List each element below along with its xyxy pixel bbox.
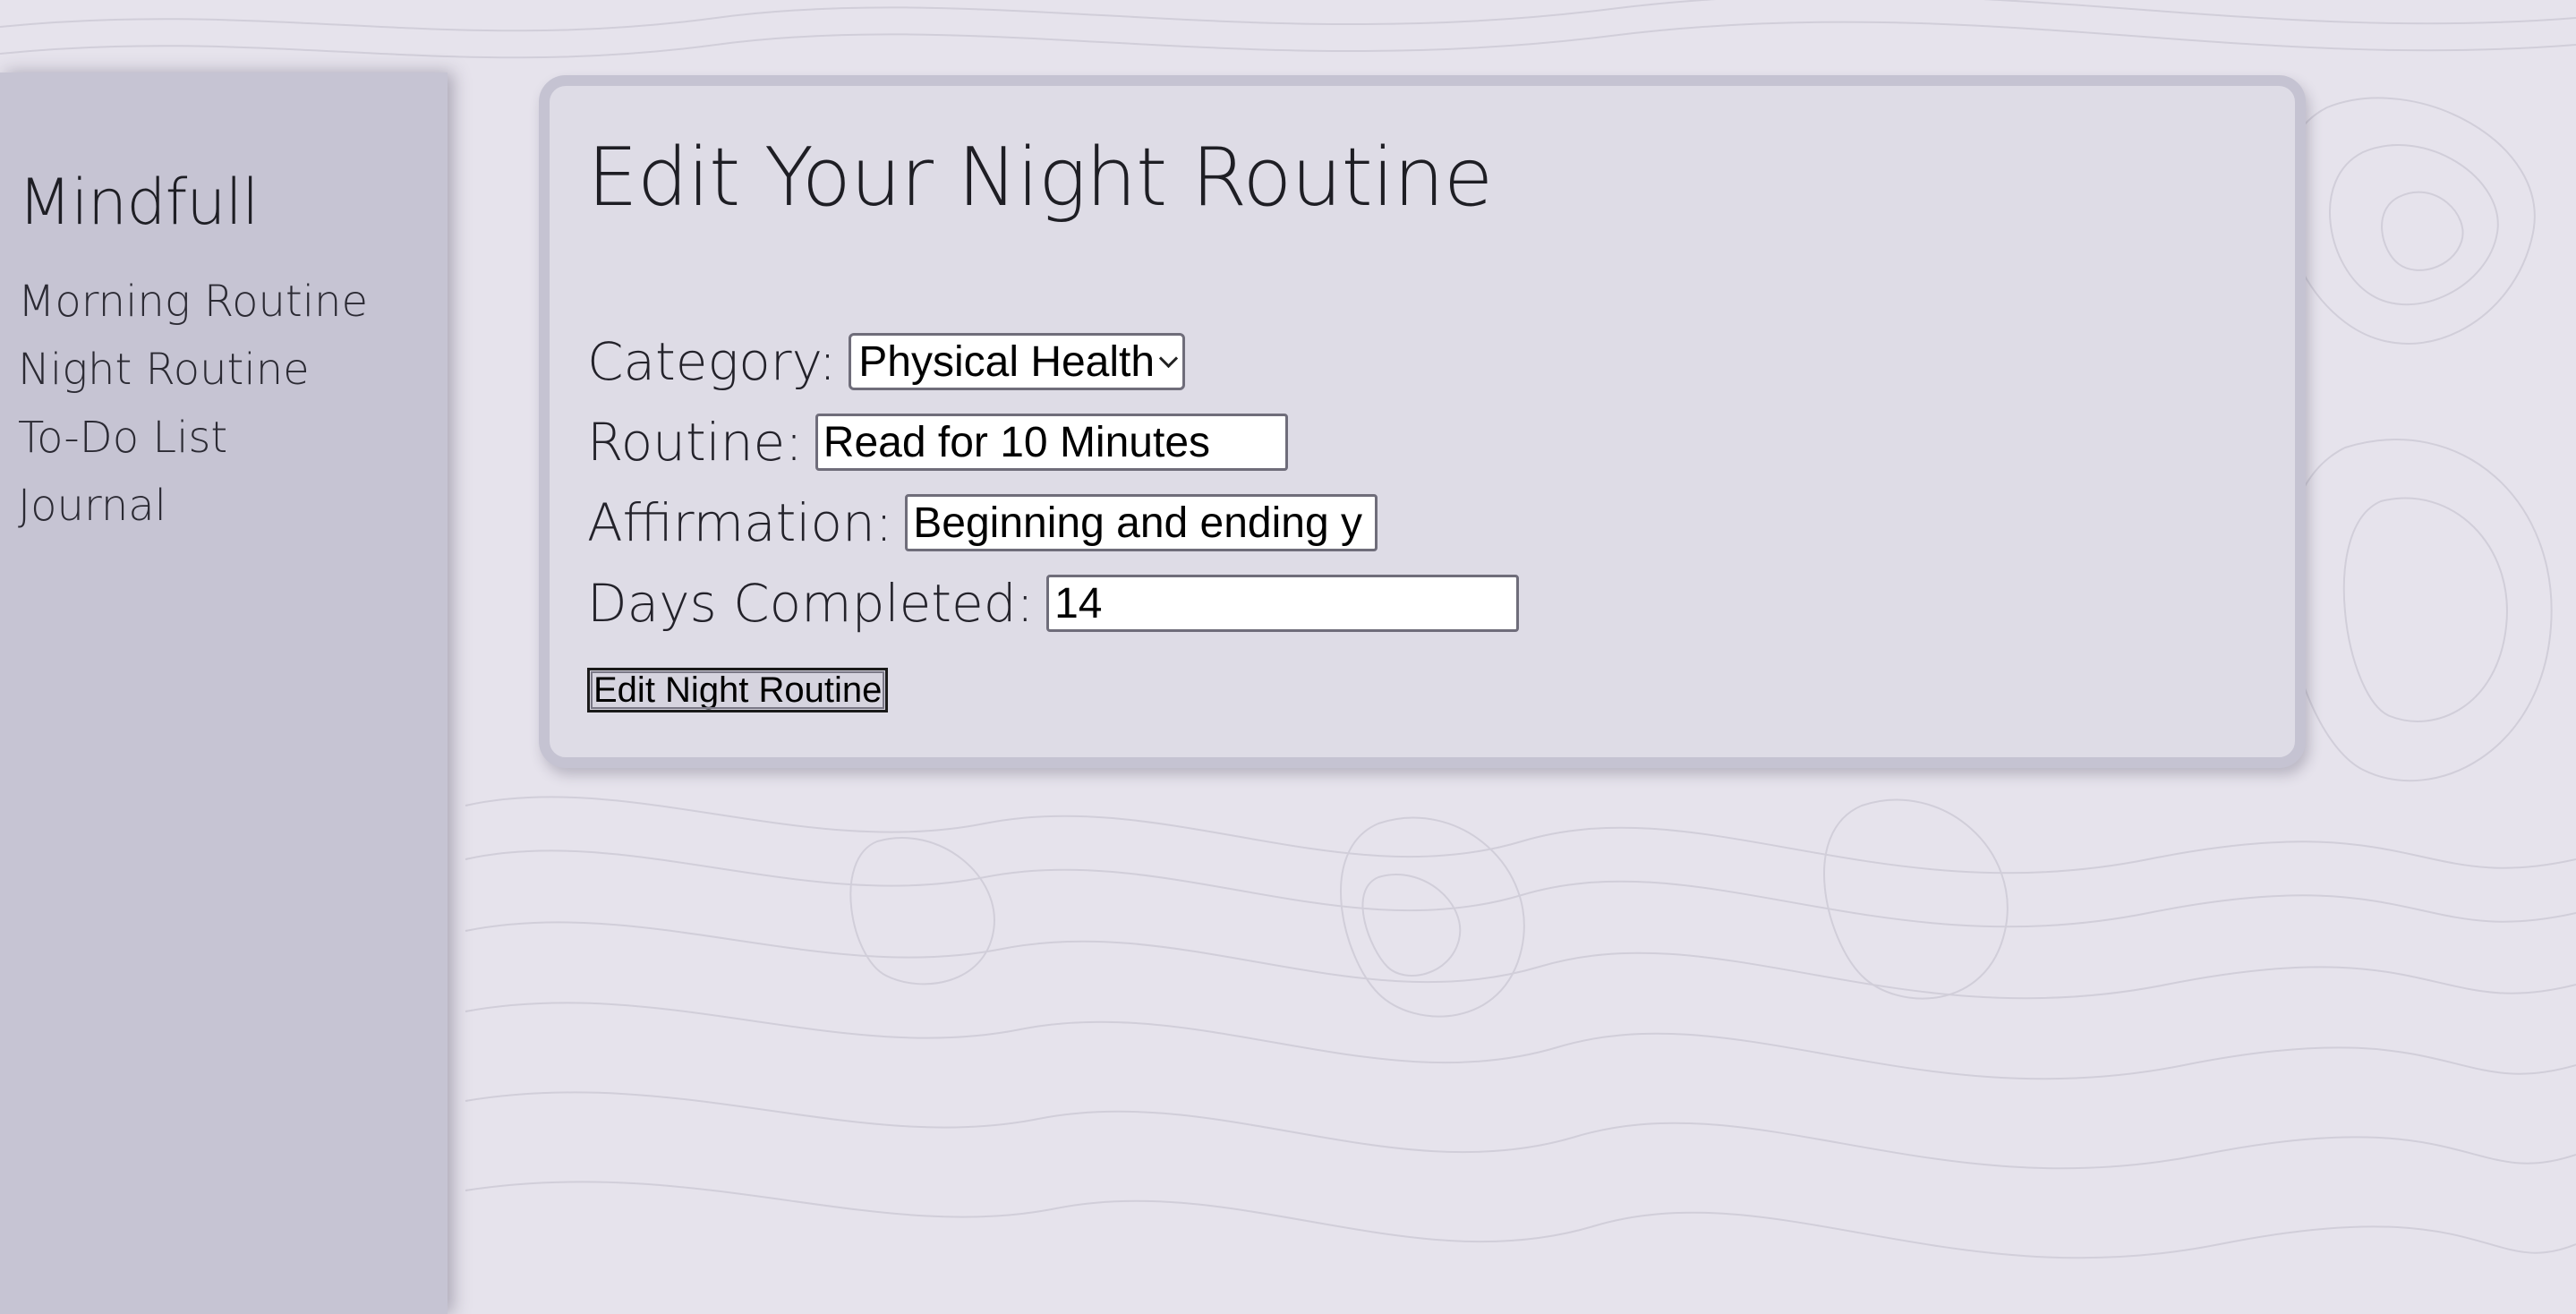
- chevron-down-icon: [1158, 348, 1179, 368]
- days-completed-row: Days Completed:: [587, 573, 1520, 634]
- sidebar: Mindfull Morning Routine Night Routine T…: [0, 73, 448, 1314]
- page-title: Edit Your Night Routine: [587, 131, 1493, 225]
- category-row: Category: Physical Health: [587, 331, 1186, 392]
- brand-logo[interactable]: Mindfull: [18, 171, 260, 234]
- routine-label: Routine:: [587, 412, 803, 473]
- routine-input[interactable]: [815, 414, 1288, 471]
- edit-night-routine-button[interactable]: Edit Night Routine: [587, 668, 889, 712]
- days-completed-label: Days Completed:: [587, 573, 1035, 634]
- sidebar-item-morning-routine[interactable]: Morning Routine: [18, 268, 368, 336]
- days-completed-input[interactable]: [1046, 575, 1520, 632]
- sidebar-item-journal[interactable]: Journal: [18, 472, 368, 540]
- affirmation-row: Affirmation:: [587, 492, 1378, 553]
- sidebar-item-todo-list[interactable]: To-Do List: [18, 404, 368, 472]
- category-label: Category:: [587, 331, 837, 392]
- affirmation-input[interactable]: [905, 494, 1378, 551]
- edit-routine-card: Edit Your Night Routine Category: Physic…: [539, 75, 2306, 768]
- affirmation-label: Affirmation:: [587, 492, 893, 553]
- routine-row: Routine:: [587, 412, 1288, 473]
- sidebar-nav: Morning Routine Night Routine To-Do List…: [18, 268, 368, 540]
- sidebar-item-night-routine[interactable]: Night Routine: [18, 336, 368, 404]
- category-select[interactable]: Physical Health: [849, 333, 1186, 390]
- category-selected-value: Physical Health: [858, 337, 1156, 386]
